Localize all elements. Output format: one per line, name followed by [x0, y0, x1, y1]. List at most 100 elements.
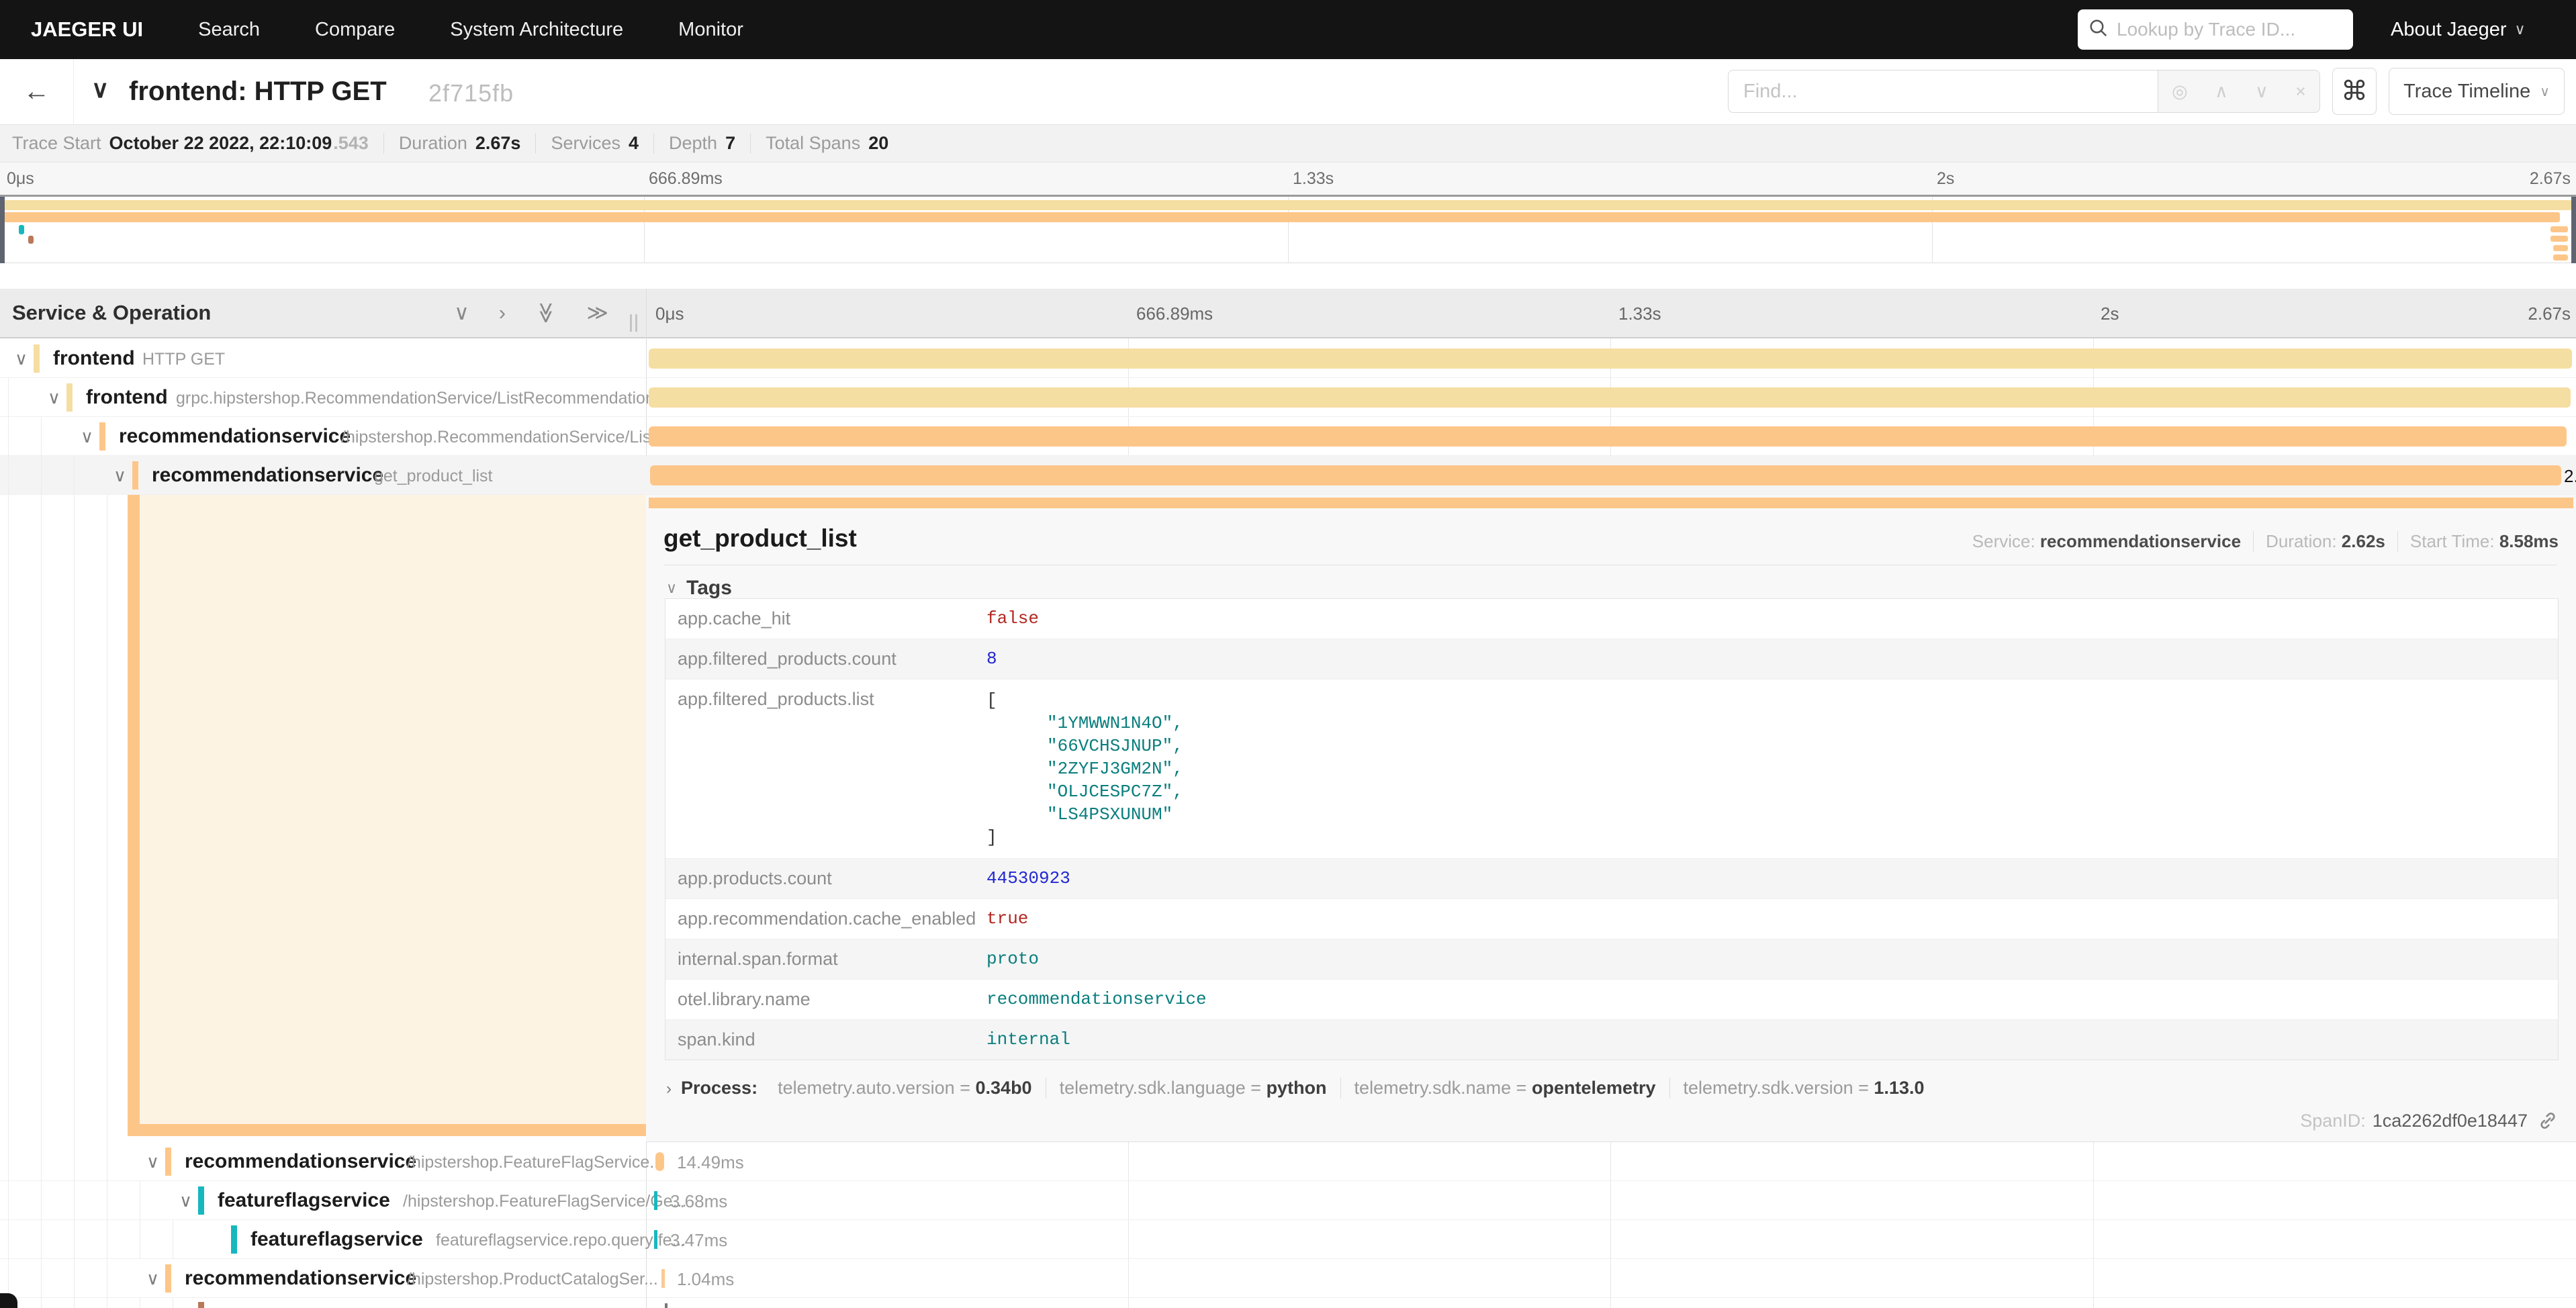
nav-item-monitor[interactable]: Monitor [678, 19, 743, 41]
collapse-one-icon[interactable]: ∨ [454, 301, 469, 325]
service-color-bar [99, 422, 105, 451]
span-bar[interactable] [649, 387, 2571, 408]
search-icon [2088, 18, 2109, 42]
detail-row-left [0, 495, 646, 1142]
minimap-span-bar [28, 236, 34, 244]
service-color-bar [165, 1148, 171, 1176]
find-input[interactable] [1729, 81, 2158, 103]
span-collapse-chevron[interactable]: ∨ [146, 1268, 159, 1289]
span-collapse-chevron[interactable]: ∨ [113, 465, 126, 486]
app-logo[interactable]: JAEGER UI [31, 17, 143, 42]
span-service: recommendationservice [185, 1150, 416, 1173]
trace-id-lookup-input[interactable] [2117, 19, 2359, 40]
span-bar[interactable] [655, 1152, 664, 1171]
span-bar[interactable] [654, 1230, 657, 1249]
span-operation: /hipstershop.RecommendationService/Lis..… [341, 428, 665, 447]
tag-row: internal.span.format proto [665, 939, 2558, 980]
chevron-right-icon: › [666, 1080, 672, 1099]
tags-section-toggle[interactable]: ∨ Tags [666, 577, 732, 600]
span-collapse-chevron[interactable]: ∨ [15, 348, 28, 369]
locate-icon[interactable]: ◎ [2172, 81, 2188, 102]
span-row[interactable]: ∨ recommendationservice /hipstershop.Rec… [0, 417, 2576, 456]
span-row[interactable]: ∨ recommendationservice /hipstershop.Fea… [0, 1142, 2576, 1181]
service-color-bar [132, 461, 138, 489]
service-color-bar [198, 1302, 204, 1308]
span-service: featureflagservice [218, 1189, 390, 1212]
timeline-tick: 1.33s [1618, 303, 1661, 324]
span-id: SpanID: 1ca2262df0e18447 [2300, 1110, 2559, 1131]
column-resize-handle[interactable] [630, 314, 645, 332]
timeline-tick: 2.67s [2528, 303, 2571, 324]
minimap-tick: 666.89ms [649, 169, 723, 189]
keyboard-shortcuts-button[interactable]: ⌘ [2332, 68, 2377, 115]
link-icon[interactable] [2537, 1110, 2559, 1131]
trace-id-short: 2f715fb [428, 79, 514, 107]
nav-item-compare[interactable]: Compare [315, 19, 395, 41]
minimap-scrubber-left[interactable] [0, 197, 5, 263]
minimap-ruler: 0μs 666.89ms 1.33s 2s 2.67s [0, 162, 2576, 195]
span-collapse-chevron[interactable]: ∨ [179, 1190, 192, 1211]
nav-item-system-architecture[interactable]: System Architecture [450, 19, 623, 41]
timeline-tick: 666.89ms [1136, 303, 1213, 324]
span-row[interactable]: ∨ frontend HTTP GET [0, 339, 2576, 378]
expand-all-icon[interactable]: ≫ [587, 301, 608, 325]
span-row[interactable]: featureflagservice featureflagservice.re… [0, 1220, 2576, 1259]
trace-start: Trace Start October 22 2022, 22:10:09.54… [12, 133, 384, 154]
find-next-icon[interactable]: ∨ [2255, 81, 2268, 102]
span-bar[interactable] [654, 1191, 657, 1210]
timeline-tick: 2s [2101, 303, 2119, 324]
find-clear-icon[interactable]: × [2295, 81, 2306, 102]
span-bar[interactable] [649, 426, 2567, 447]
span-row-selected[interactable]: ∨ recommendationservice get_product_list… [0, 456, 2576, 495]
span-operation: /hipstershop.FeatureFlagService/Ge... [403, 1192, 686, 1211]
minimap-span-bar [3, 212, 2560, 222]
span-bar[interactable] [649, 348, 2572, 369]
minimap-canvas[interactable] [0, 195, 2576, 263]
span-bar[interactable] [661, 1269, 665, 1288]
service-color-bar [231, 1225, 237, 1254]
span-duration: 14.49ms [677, 1152, 744, 1173]
find-prev-icon[interactable]: ∧ [2215, 81, 2228, 102]
find-input-wrapper[interactable] [1728, 70, 2158, 113]
span-service: recommendationservice [119, 425, 351, 448]
tag-row: app.cache_hit false [665, 599, 2558, 639]
process-section-toggle[interactable]: › Process: telemetry.auto.version = 0.34… [666, 1078, 1938, 1099]
collapse-all-icon[interactable]: ≫ [534, 302, 558, 324]
minimap-span-bar [2550, 226, 2568, 232]
nav-item-search[interactable]: Search [198, 19, 260, 41]
span-collapse-chevron[interactable]: ∨ [146, 1152, 159, 1172]
trace-collapse-chevron[interactable]: ∨ [91, 75, 109, 103]
service-color-bar [165, 1264, 171, 1293]
service-operation-title: Service & Operation [12, 301, 211, 325]
jaeger-trace-page: JAEGER UI Search Compare System Architec… [0, 0, 2576, 1308]
span-bar[interactable] [665, 1303, 668, 1308]
about-jaeger-menu[interactable]: About Jaeger ∨ [2391, 0, 2526, 59]
span-row[interactable]: ∨ featureflagservice /hipstershop.Featur… [0, 1181, 2576, 1220]
span-operation: /hipstershop.FeatureFlagService... [407, 1153, 663, 1172]
span-collapse-chevron[interactable]: ∨ [48, 387, 60, 408]
service-color-bar [66, 383, 73, 412]
span-operation: grpc.hipstershop.RecommendationService/L… [176, 389, 663, 408]
chevron-down-icon: ∨ [2540, 83, 2550, 100]
tag-row: span.kind internal [665, 1020, 2558, 1060]
detail-accent-bar-vertical [128, 495, 140, 1136]
trace-id-lookup[interactable] [2078, 9, 2353, 50]
minimap-span-bar [3, 200, 2572, 210]
tag-row: app.filtered_products.count 8 [665, 639, 2558, 680]
span-operation: HTTP GET [142, 350, 225, 369]
span-detail-panel: get_product_list Service: recommendation… [646, 495, 2576, 1142]
span-row-partial[interactable] [0, 1298, 2576, 1308]
back-button[interactable]: ← [0, 59, 74, 124]
span-bar[interactable] [650, 465, 2561, 485]
tag-row: app.products.count 44530923 [665, 859, 2558, 899]
span-bar-duration: 2.62s [2564, 466, 2576, 487]
find-controls: ◎ ∧ ∨ × [2158, 70, 2320, 113]
span-row[interactable]: ∨ frontend grpc.hipstershop.Recommendati… [0, 378, 2576, 417]
minimap-span-bar [2553, 254, 2568, 261]
expand-one-icon[interactable]: › [499, 301, 506, 325]
timeline-ruler: 0μs 666.89ms 1.33s 2s 2.67s [646, 289, 2576, 338]
span-row[interactable]: ∨ recommendationservice /hipstershop.Pro… [0, 1259, 2576, 1298]
trace-view-selector[interactable]: Trace Timeline ∨ [2389, 68, 2565, 115]
minimap-scrubber-right[interactable] [2571, 197, 2576, 263]
span-collapse-chevron[interactable]: ∨ [81, 426, 93, 447]
